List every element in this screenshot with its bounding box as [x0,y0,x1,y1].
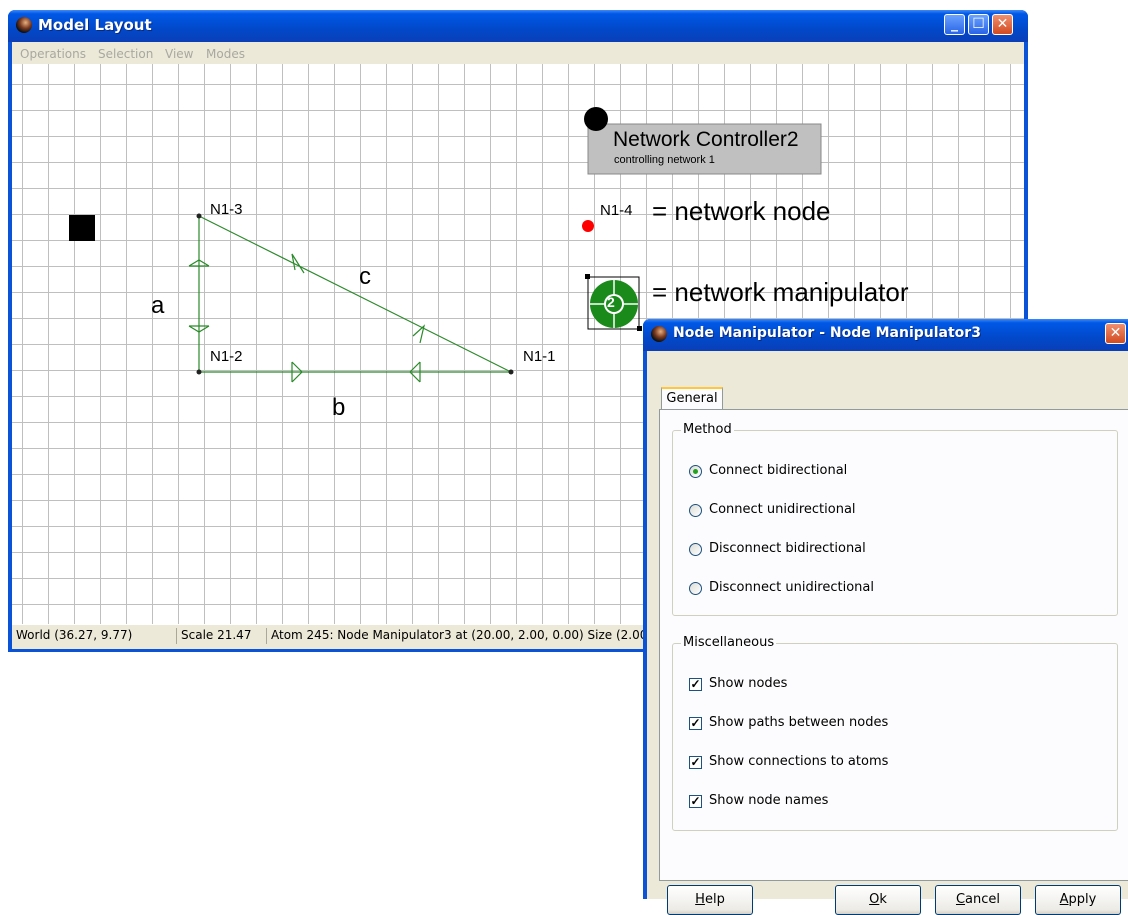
menu-bar: Operations Selection View Modes [12,42,1024,64]
help-mnemonic: H [695,892,705,907]
apply-label: pply [1068,892,1097,907]
option-label: Show nodes [709,676,788,691]
network-controller-dot[interactable] [584,107,608,131]
model-layout-titlebar[interactable]: Model Layout _ ☐ ✕ [8,10,1028,42]
ok-label: k [879,892,887,907]
dialog-app-icon [651,326,667,342]
checkbox-show-paths[interactable]: ✓ [689,717,702,730]
node-label-n1-3: N1-3 [210,201,243,218]
legend-network-node-dot [582,220,594,232]
option-label: Show node names [709,793,829,808]
minimize-button[interactable]: _ [944,14,965,35]
dialog-title: Node Manipulator - Node Manipulator3 [673,325,981,341]
legend-network-manipulator-text: = network manipulator [652,277,909,307]
arrow-marker [412,324,426,344]
option-label: Disconnect bidirectional [709,541,866,556]
node-dot[interactable] [508,369,514,375]
status-world-coords: World (36.27, 9.77) [16,628,133,642]
option-label: Connect bidirectional [709,463,848,478]
controller-subtitle: controlling network 1 [614,154,715,166]
tab-panel-general: Method Connect bidirectional Connect uni… [659,409,1128,881]
edge-label-a: a [151,292,165,319]
misc-group-label: Miscellaneous [681,635,777,650]
status-scale: Scale 21.47 [176,628,267,644]
menu-view[interactable]: View [165,47,193,61]
manipulator-number: 2 [607,294,615,310]
menu-operations[interactable]: Operations [20,47,86,61]
menu-modes[interactable]: Modes [206,47,245,61]
menu-selection[interactable]: Selection [98,47,153,61]
method-group-label: Method [681,422,734,437]
node-dot[interactable] [196,213,202,219]
miscellaneous-group: Miscellaneous ✓ Show nodes ✓ Show paths … [672,635,1118,831]
atom-square[interactable] [69,215,95,241]
edge-label-b: b [332,394,346,421]
cancel-label: ancel [965,892,1001,907]
checkbox-show-nodes[interactable]: ✓ [689,678,702,691]
dialog-close-button[interactable]: ✕ [1105,323,1126,344]
node-dot[interactable] [196,369,202,375]
apply-mnemonic: A [1059,892,1069,907]
node-label-n1-1: N1-1 [523,348,556,365]
close-button[interactable]: ✕ [992,14,1013,35]
radio-disconnect-unidirectional[interactable] [689,582,702,595]
edge-label-c: c [359,263,371,290]
path-c[interactable] [198,215,512,373]
app-icon [16,17,32,33]
method-group: Method Connect bidirectional Connect uni… [672,422,1118,616]
radio-connect-unidirectional[interactable] [689,504,702,517]
selection-handle[interactable] [585,274,590,279]
selection-handle[interactable] [637,326,642,331]
dialog-body: General Method Connect bidirectional Con… [647,351,1128,915]
arrow-marker [291,253,305,274]
ok-mnemonic: O [869,892,880,907]
checkbox-show-connections[interactable]: ✓ [689,756,702,769]
option-label: Disconnect unidirectional [709,580,874,595]
radio-disconnect-bidirectional[interactable] [689,543,702,556]
option-label: Show paths between nodes [709,715,889,730]
option-label: Connect unidirectional [709,502,856,517]
tab-general[interactable]: General [661,387,723,411]
checkbox-show-node-names[interactable]: ✓ [689,795,702,808]
legend-network-node-text: = network node [652,196,831,226]
node-manipulator-dialog: Node Manipulator - Node Manipulator3 ✕ G… [643,319,1128,915]
dialog-titlebar[interactable]: Node Manipulator - Node Manipulator3 ✕ [643,319,1128,351]
legend-node-label: N1-4 [600,202,633,219]
node-label-n1-2: N1-2 [210,348,243,365]
radio-connect-bidirectional[interactable] [689,465,702,478]
maximize-button[interactable]: ☐ [968,14,989,35]
window-title: Model Layout [38,16,152,34]
controller-title: Network Controller2 [613,128,799,151]
option-label: Show connections to atoms [709,754,889,769]
help-label: elp [704,892,725,907]
cancel-mnemonic: C [955,892,966,907]
